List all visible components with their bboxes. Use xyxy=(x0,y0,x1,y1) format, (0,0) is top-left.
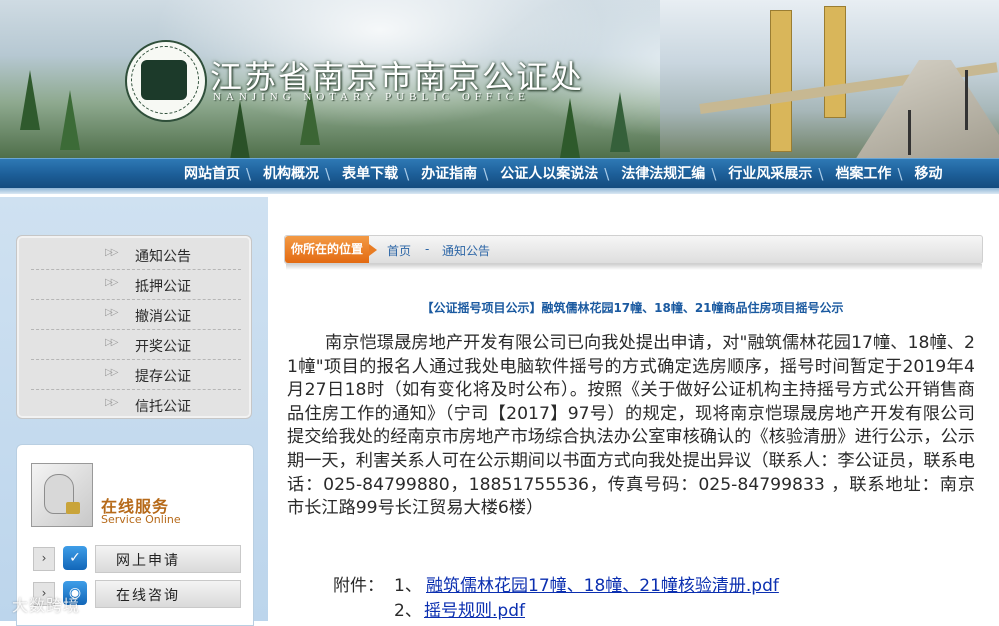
attachment-number: 1、 xyxy=(394,576,422,596)
breadcrumb-separator: - xyxy=(425,242,430,256)
attachment-number: 2、 xyxy=(394,601,422,621)
breadcrumb-home-link[interactable]: 首页 xyxy=(387,242,411,259)
sidebar-item-lottery[interactable]: ▷▷ 开奖公证 xyxy=(31,330,241,360)
nav-label: 档案工作 xyxy=(835,166,892,182)
nav-item-home[interactable]: 网站首页 \ xyxy=(180,159,259,189)
main-nav: 网站首页 \ 机构概况 \ 表单下载 \ 办证指南 \ 公证人以案说法 \ 法律法规汇编 \… xyxy=(0,158,999,189)
sidebar-item-label: 抵押公证 xyxy=(135,279,191,295)
double-arrow-icon: ▷▷ xyxy=(105,367,118,378)
nav-item-forms[interactable]: 表单下载 \ xyxy=(338,159,417,189)
bridge-tower xyxy=(770,10,792,152)
nav-item-mobile[interactable]: 移动 xyxy=(911,159,947,189)
sidebar-item-deposit[interactable]: ▷▷ 提存公证 xyxy=(31,360,241,390)
banner-tree xyxy=(560,98,580,158)
nav-label: 行业风采展示 xyxy=(728,166,813,182)
nav-label: 办证指南 xyxy=(421,166,478,182)
nav-label: 法律法规汇编 xyxy=(621,166,706,182)
sidebar-item-label: 信托公证 xyxy=(135,399,191,415)
attachment-link-lottery-rules[interactable]: 摇号规则.pdf xyxy=(424,596,525,621)
service-subtitle: Service Online xyxy=(101,513,181,526)
double-arrow-icon: ▷▷ xyxy=(105,277,118,288)
service-item-label: 在线咨询 xyxy=(116,588,180,604)
sidebar-item-notices[interactable]: ▷▷ 通知公告 xyxy=(31,240,241,270)
lock-icon xyxy=(66,502,80,514)
double-arrow-icon: ▷▷ xyxy=(105,397,118,408)
service-photo xyxy=(31,463,93,527)
breadcrumb-label: 你所在的位置 xyxy=(285,236,377,263)
sidebar-item-label: 通知公告 xyxy=(135,249,191,265)
nav-separator: \ xyxy=(325,165,331,183)
sidebar-item-mortgage[interactable]: ▷▷ 抵押公证 xyxy=(31,270,241,300)
nav-separator: \ xyxy=(818,165,824,183)
nav-item-cases[interactable]: 公证人以案说法 \ xyxy=(496,159,617,189)
sidebar-menu: ▷▷ 通知公告 ▷▷ 抵押公证 ▷▷ 撤消公证 ▷▷ 开奖公证 ▷▷ 提存公证 … xyxy=(16,235,252,419)
watermark: 大数跨境 xyxy=(12,596,81,615)
online-consult-button[interactable]: 在线咨询 xyxy=(95,580,241,608)
nav-item-laws[interactable]: 法律法规汇编 \ xyxy=(617,159,724,189)
sidebar-item-label: 开奖公证 xyxy=(135,339,191,355)
nav-label: 网站首页 xyxy=(184,166,240,182)
nav-item-about[interactable]: 机构概况 \ xyxy=(259,159,338,189)
header-banner: 江苏省南京市南京公证处 NANJING NOTARY PUBLIC OFFICE xyxy=(0,0,999,158)
nav-label: 公证人以案说法 xyxy=(500,166,599,182)
breadcrumb-shadow xyxy=(286,264,982,270)
breadcrumb: 你所在的位置 首页 - 通知公告 xyxy=(284,235,983,264)
banner-tree xyxy=(230,100,250,158)
sidebar-item-revocation[interactable]: ▷▷ 撤消公证 xyxy=(31,300,241,330)
service-item-apply[interactable]: › ✓ 网上申请 xyxy=(31,545,241,573)
street-lamp xyxy=(965,70,968,130)
nav-separator: \ xyxy=(483,165,489,183)
nav-label: 表单下载 xyxy=(342,166,399,182)
sidebar-item-trust[interactable]: ▷▷ 信托公证 xyxy=(31,390,241,419)
nav-item-guide[interactable]: 办证指南 \ xyxy=(417,159,496,189)
nav-underline xyxy=(0,188,999,194)
nav-separator: \ xyxy=(604,165,610,183)
checklist-icon: ✓ xyxy=(63,546,87,570)
double-arrow-icon: ▷▷ xyxy=(105,337,118,348)
site-subtitle: NANJING NOTARY PUBLIC OFFICE xyxy=(213,91,530,103)
bridge-tower xyxy=(824,6,846,118)
nav-label: 移动 xyxy=(914,166,943,182)
nav-label: 机构概况 xyxy=(263,166,320,182)
street-lamp xyxy=(908,110,911,155)
nav-separator: \ xyxy=(246,165,252,183)
logo-emblem xyxy=(141,60,187,100)
nav-separator: \ xyxy=(897,165,903,183)
chevron-right-icon[interactable]: › xyxy=(33,547,55,571)
attachment-label: 附件： xyxy=(333,576,384,596)
article-title: 【公证摇号项目公示】融筑儒林花园17幢、18幢、21幢商品住房项目摇号公示 xyxy=(421,301,844,315)
nav-item-showcase[interactable]: 行业风采展示 \ xyxy=(724,159,831,189)
double-arrow-icon: ▷▷ xyxy=(105,247,118,258)
attachment-link-verification-list[interactable]: 融筑儒林花园17幢、18幢、21幢核验清册.pdf xyxy=(426,571,779,596)
banner-tree xyxy=(20,70,40,130)
service-item-label: 网上申请 xyxy=(116,553,180,569)
breadcrumb-current-link[interactable]: 通知公告 xyxy=(442,242,490,259)
sidebar-item-label: 提存公证 xyxy=(135,369,191,385)
banner-tree xyxy=(610,92,630,152)
nav-item-archives[interactable]: 档案工作 \ xyxy=(831,159,910,189)
double-arrow-icon: ▷▷ xyxy=(105,307,118,318)
nav-separator: \ xyxy=(404,165,410,183)
article-body: 南京恺璟晟房地产开发有限公司已向我处提出申请，对"融筑儒林花园17幢、18幢、2… xyxy=(287,333,975,519)
sidebar: ▷▷ 通知公告 ▷▷ 抵押公证 ▷▷ 撤消公证 ▷▷ 开奖公证 ▷▷ 提存公证 … xyxy=(0,197,268,626)
banner-tree xyxy=(60,90,80,150)
notary-logo[interactable] xyxy=(125,40,207,122)
online-apply-button[interactable]: 网上申请 xyxy=(95,545,241,573)
nav-separator: \ xyxy=(711,165,717,183)
sidebar-item-label: 撤消公证 xyxy=(135,309,191,325)
